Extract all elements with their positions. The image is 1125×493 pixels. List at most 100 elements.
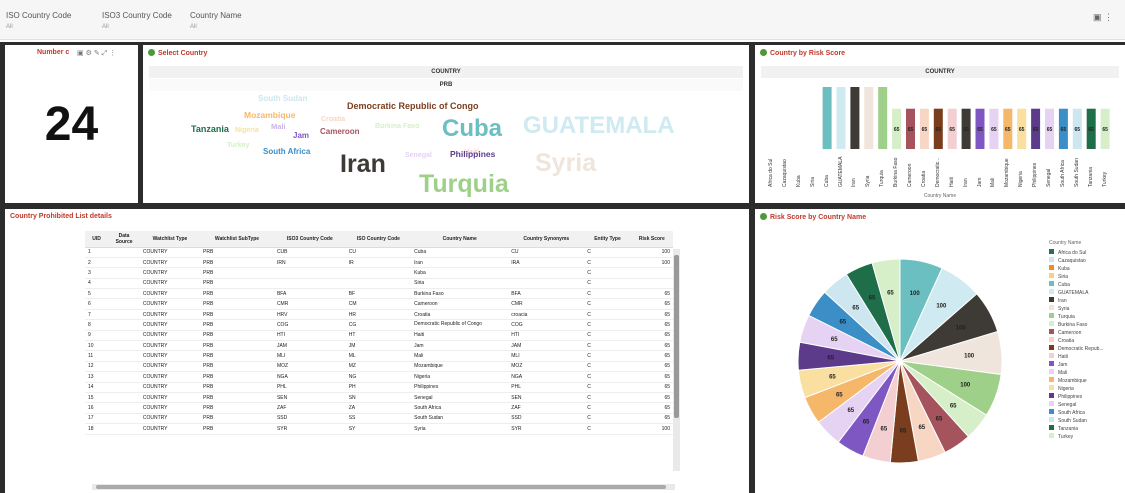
- table-row[interactable]: 10 COUNTRY PRB JAM JM Jam JAM C 65: [85, 340, 673, 352]
- legend-item[interactable]: Syria: [1049, 305, 1104, 313]
- word-cloud-word[interactable]: Philippines: [450, 150, 495, 159]
- word-cloud-word[interactable]: South Sudan: [258, 95, 307, 103]
- table-cell: C: [584, 247, 631, 258]
- legend-item[interactable]: Haiti: [1049, 353, 1104, 361]
- word-cloud-word[interactable]: Iran: [340, 152, 386, 177]
- table-row[interactable]: 15 COUNTRY PRB SEN SN Senegal SEN C 65: [85, 392, 673, 404]
- horizontal-scrollbar[interactable]: [92, 484, 675, 490]
- table-row[interactable]: 14 COUNTRY PRB PHL PH Philippines PHL C 65: [85, 382, 673, 393]
- settings-icon[interactable]: ⚙: [86, 50, 92, 57]
- table-row[interactable]: 9 COUNTRY PRB HTI HT Haiti HTI C 65: [85, 330, 673, 342]
- legend-item[interactable]: GUATEMALA: [1049, 289, 1104, 297]
- word-cloud-word[interactable]: Cameroon: [320, 128, 360, 136]
- legend-item[interactable]: Turquia: [1049, 313, 1104, 321]
- legend-item[interactable]: Cuba: [1049, 281, 1104, 289]
- legend-item[interactable]: Siria: [1049, 273, 1104, 281]
- table-cell: COG: [273, 319, 346, 331]
- word-cloud-word[interactable]: Burkina Faso: [375, 123, 419, 130]
- word-cloud-word[interactable]: Cuba: [442, 117, 502, 141]
- bar[interactable]: [850, 87, 860, 149]
- column-header[interactable]: Watchlist SubType: [200, 231, 274, 248]
- legend-item[interactable]: Croatia: [1049, 337, 1104, 345]
- expand-icon[interactable]: ⤢: [102, 50, 108, 57]
- filter-icon[interactable]: ▣: [77, 50, 84, 57]
- legend-item[interactable]: Mali: [1049, 369, 1104, 377]
- more-icon[interactable]: ⋮: [1104, 12, 1113, 22]
- legend-item[interactable]: South Africa: [1049, 409, 1104, 417]
- legend-item[interactable]: Nigeria: [1049, 385, 1104, 393]
- legend-item[interactable]: Kuba: [1049, 265, 1104, 273]
- table-row[interactable]: 16 COUNTRY PRB ZAF ZA South Africa ZAF C 65: [85, 402, 673, 414]
- table-row[interactable]: 12 COUNTRY PRB MOZ MZ Mozambique MOZ C 65: [85, 361, 673, 373]
- pie-slice-label: 65: [847, 408, 854, 414]
- table-row[interactable]: 4 COUNTRY PRB Siria C: [85, 278, 673, 290]
- scrollbar-thumb[interactable]: [674, 255, 679, 418]
- filter-iso3-country-code[interactable]: ISO3 Country Code All: [102, 11, 172, 30]
- column-header[interactable]: Country Synonyms: [508, 231, 585, 248]
- table-row[interactable]: 8 COUNTRY PRB COG CG Democratic Republic of C…: [85, 319, 673, 331]
- legend-item[interactable]: Tanzania: [1049, 425, 1104, 433]
- bar[interactable]: [836, 87, 846, 149]
- word-cloud-word[interactable]: Mozambique: [244, 111, 295, 120]
- word-cloud-word[interactable]: Turquia: [419, 172, 509, 197]
- column-header[interactable]: ISO3 Country Code: [273, 231, 346, 248]
- column-header[interactable]: Country Name: [411, 231, 509, 248]
- column-header[interactable]: UID: [85, 231, 109, 248]
- legend-item[interactable]: Africa do Sul: [1049, 249, 1104, 257]
- table-row[interactable]: 6 COUNTRY PRB CMR CM Cameroon CMR C 65: [85, 298, 673, 310]
- word-cloud-word[interactable]: Tanzania: [191, 125, 229, 134]
- legend-item[interactable]: Senegal: [1049, 401, 1104, 409]
- bar[interactable]: [822, 87, 832, 149]
- legend-swatch: [1049, 305, 1054, 310]
- word-cloud-word[interactable]: Nigeria: [235, 127, 259, 134]
- table-row[interactable]: 18 COUNTRY PRB SYR SY Syria SYR C 100: [85, 423, 673, 435]
- word-cloud-word[interactable]: Syria: [535, 151, 596, 176]
- column-header[interactable]: Data Source: [108, 231, 140, 248]
- word-cloud-word[interactable]: Turkey: [227, 142, 249, 149]
- table-row[interactable]: 5 COUNTRY PRB BFA BF Burkina Faso BFA C 65: [85, 288, 673, 300]
- legend-item[interactable]: Cameroon: [1049, 329, 1104, 337]
- scrollbar-thumb[interactable]: [96, 485, 666, 489]
- legend-item[interactable]: South Sudan: [1049, 417, 1104, 425]
- legend-label: Cazaquistao: [1058, 258, 1086, 264]
- word-cloud-word[interactable]: Senegal: [405, 152, 432, 159]
- column-header[interactable]: Watchlist Type: [139, 231, 201, 248]
- word-cloud-word[interactable]: GUATEMALA: [523, 114, 675, 138]
- bar[interactable]: [878, 87, 888, 149]
- column-header[interactable]: Risk Score: [630, 231, 673, 248]
- legend-item[interactable]: Jam: [1049, 361, 1104, 369]
- word-cloud-word[interactable]: South Africa: [263, 148, 310, 156]
- table-row[interactable]: 11 COUNTRY PRB MLI ML Mali MLI C 65: [85, 350, 673, 362]
- word-cloud-word[interactable]: Jam: [293, 132, 309, 140]
- table-row[interactable]: 3 COUNTRY PRB Kuba C: [85, 267, 673, 279]
- table-cell: HTI: [273, 330, 346, 342]
- table-row[interactable]: 17 COUNTRY PRB SSD SS South Sudan SSD C 65: [85, 413, 673, 425]
- legend-swatch: [1049, 361, 1054, 366]
- table-row[interactable]: 2 COUNTRY PRB IRN IR Iran IRA C 100: [85, 257, 673, 269]
- edit-icon[interactable]: ✎: [94, 50, 100, 57]
- legend-item[interactable]: Cazaquistao: [1049, 257, 1104, 265]
- table-row[interactable]: 7 COUNTRY PRB HRV HR Croatia croacia C 65: [85, 309, 673, 321]
- filter-iso-country-code[interactable]: ISO Country Code All: [6, 11, 71, 30]
- legend-item[interactable]: Philippines: [1049, 393, 1104, 401]
- table-row[interactable]: 1 COUNTRY PRB CUB CU Cuba CU C 100: [85, 247, 673, 258]
- legend-item[interactable]: Turkey: [1049, 433, 1104, 441]
- legend-item[interactable]: Mozambique: [1049, 377, 1104, 385]
- word-cloud-word[interactable]: Mali: [271, 123, 286, 131]
- bar[interactable]: [864, 87, 874, 149]
- legend-item[interactable]: Iran: [1049, 297, 1104, 305]
- word-cloud-word[interactable]: Democratic Republic of Congo: [347, 102, 479, 111]
- table-cell: PHL: [273, 382, 346, 393]
- column-header[interactable]: Entity Type: [584, 231, 631, 248]
- table-cell: 2: [85, 257, 109, 269]
- column-header[interactable]: ISO Country Code: [345, 231, 412, 248]
- legend-item[interactable]: Burkina Faso: [1049, 321, 1104, 329]
- filter-country-name[interactable]: Country Name All: [190, 11, 242, 30]
- word-cloud-word[interactable]: Croatia: [321, 116, 345, 123]
- vertical-scrollbar[interactable]: [673, 249, 680, 471]
- pie-slice-label: 100: [964, 353, 975, 359]
- more-icon[interactable]: ⋮: [109, 50, 116, 57]
- filter-icon[interactable]: ▣: [1093, 12, 1102, 22]
- legend-item[interactable]: Democratic Repub...: [1049, 345, 1104, 353]
- table-row[interactable]: 13 COUNTRY PRB NGA NG Nigeria NGA C 65: [85, 371, 673, 383]
